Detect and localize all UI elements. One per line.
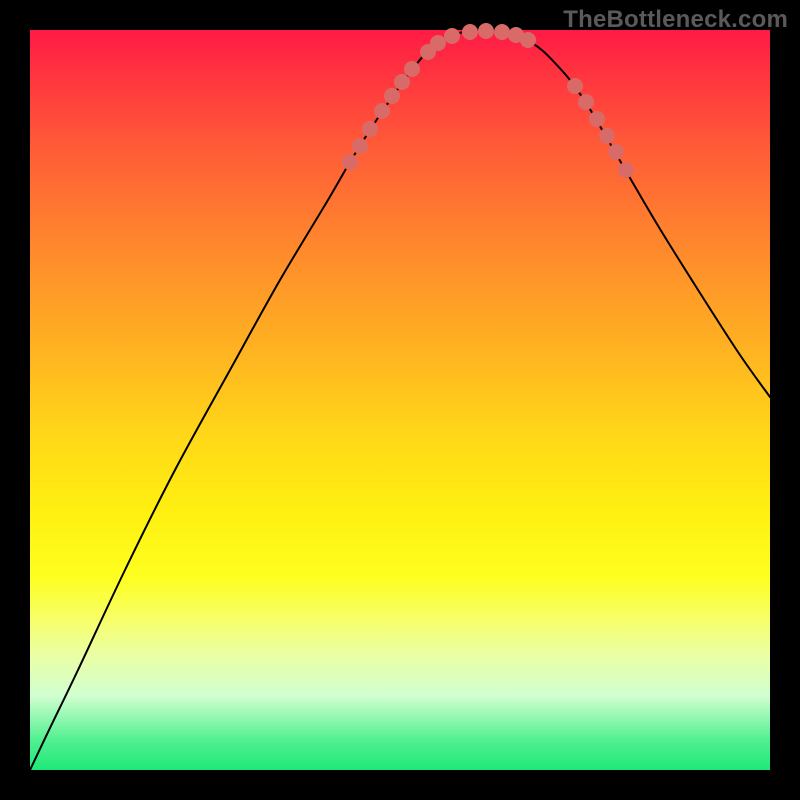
data-marker (599, 128, 615, 144)
data-marker (567, 78, 583, 94)
data-marker (608, 144, 624, 160)
chart-svg (30, 30, 770, 770)
data-marker (578, 94, 594, 110)
data-marker (394, 74, 410, 90)
curve-path (30, 31, 770, 770)
data-marker (342, 154, 358, 170)
data-marker (478, 23, 494, 39)
data-marker (430, 35, 446, 51)
data-marker (404, 61, 420, 77)
data-marker (494, 24, 510, 40)
data-marker (520, 32, 536, 48)
data-marker (352, 138, 368, 154)
data-marker (374, 103, 390, 119)
data-marker (618, 162, 634, 178)
data-marker (384, 88, 400, 104)
data-marker (589, 111, 605, 127)
data-marker (462, 24, 478, 40)
data-marker (362, 121, 378, 137)
data-marker (444, 28, 460, 44)
